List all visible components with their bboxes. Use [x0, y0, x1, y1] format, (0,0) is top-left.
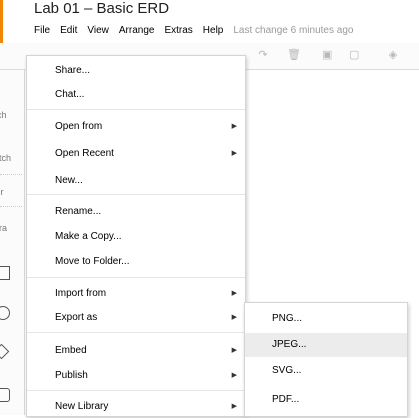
menu-item-export-as[interactable]: Export as ▶ — [27, 307, 245, 329]
menu-arrange[interactable]: Arrange — [119, 23, 155, 39]
export-as-submenu: PNG... JPEG... SVG... PDF... — [244, 302, 408, 417]
menu-edit[interactable]: Edit — [60, 23, 77, 39]
chevron-right-icon: ▶ — [231, 314, 237, 321]
document-title[interactable]: Lab 01 – Basic ERD — [34, 0, 169, 17]
chevron-right-icon: ▶ — [231, 290, 237, 297]
diamond-shape-icon[interactable] — [0, 343, 10, 360]
menu-file[interactable]: File — [34, 23, 50, 39]
last-change-status[interactable]: Last change 6 minutes ago — [233, 23, 353, 39]
menubar: File Edit View Arrange Extras Help Last … — [34, 23, 353, 39]
menu-item-open-from[interactable]: Open from ▶ — [27, 116, 245, 138]
menu-view[interactable]: View — [87, 23, 109, 39]
export-jpeg[interactable]: JPEG... — [245, 333, 407, 357]
export-png[interactable]: PNG... — [245, 307, 407, 331]
chevron-right-icon: ▶ — [231, 123, 237, 130]
menu-separator — [27, 109, 245, 110]
panel-divider — [0, 174, 22, 175]
chevron-right-icon: ▶ — [231, 150, 237, 157]
export-pdf[interactable]: PDF... — [245, 388, 407, 412]
export-svg[interactable]: SVG... — [245, 359, 407, 383]
ellipse-shape-icon[interactable] — [0, 306, 10, 320]
chevron-right-icon: ▶ — [231, 372, 237, 379]
delete-icon[interactable]: 🗑 — [287, 50, 301, 61]
menu-item-new[interactable]: New... — [27, 170, 245, 192]
to-front-icon[interactable]: ▣ — [322, 50, 332, 61]
menu-item-chat[interactable]: Chat... — [27, 84, 245, 106]
menu-item-open-recent[interactable]: Open Recent ▶ — [27, 143, 245, 165]
menu-item-import-from[interactable]: Import from ▶ — [27, 283, 245, 305]
chevron-right-icon: ▶ — [231, 403, 237, 410]
menu-separator — [27, 277, 245, 278]
menu-item-share[interactable]: Share... — [27, 60, 245, 82]
fill-color-icon[interactable]: ◈ — [388, 50, 398, 61]
to-back-icon[interactable]: ▢ — [349, 50, 359, 61]
cylinder-shape-icon[interactable] — [0, 388, 10, 402]
chevron-right-icon: ▶ — [231, 347, 237, 354]
search-label: rch — [0, 110, 7, 120]
menu-item-make-a-copy[interactable]: Make a Copy... — [27, 226, 245, 248]
menu-item-rename[interactable]: Rename... — [27, 201, 245, 223]
menu-separator — [27, 194, 245, 195]
menu-separator — [27, 390, 245, 391]
menu-extras[interactable]: Extras — [164, 23, 192, 39]
file-menu: Share... Chat... Open from ▶ Open Recent ▶… — [26, 55, 246, 417]
rectangle-shape-icon[interactable] — [0, 266, 10, 280]
drop-label: Dr — [0, 187, 4, 197]
scratchpad-label: atch — [0, 153, 12, 163]
menu-item-embed[interactable]: Embed ▶ — [27, 340, 245, 362]
menu-item-publish[interactable]: Publish ▶ — [27, 365, 245, 387]
redo-icon[interactable]: ↷ — [258, 50, 268, 61]
menu-help[interactable]: Help — [203, 23, 224, 39]
shapes-panel: rch atch Dr era — [0, 70, 25, 415]
panel-divider — [0, 206, 22, 207]
menu-separator — [27, 332, 245, 333]
general-label: era — [0, 223, 8, 233]
menu-item-move-to-folder[interactable]: Move to Folder... — [27, 251, 245, 273]
